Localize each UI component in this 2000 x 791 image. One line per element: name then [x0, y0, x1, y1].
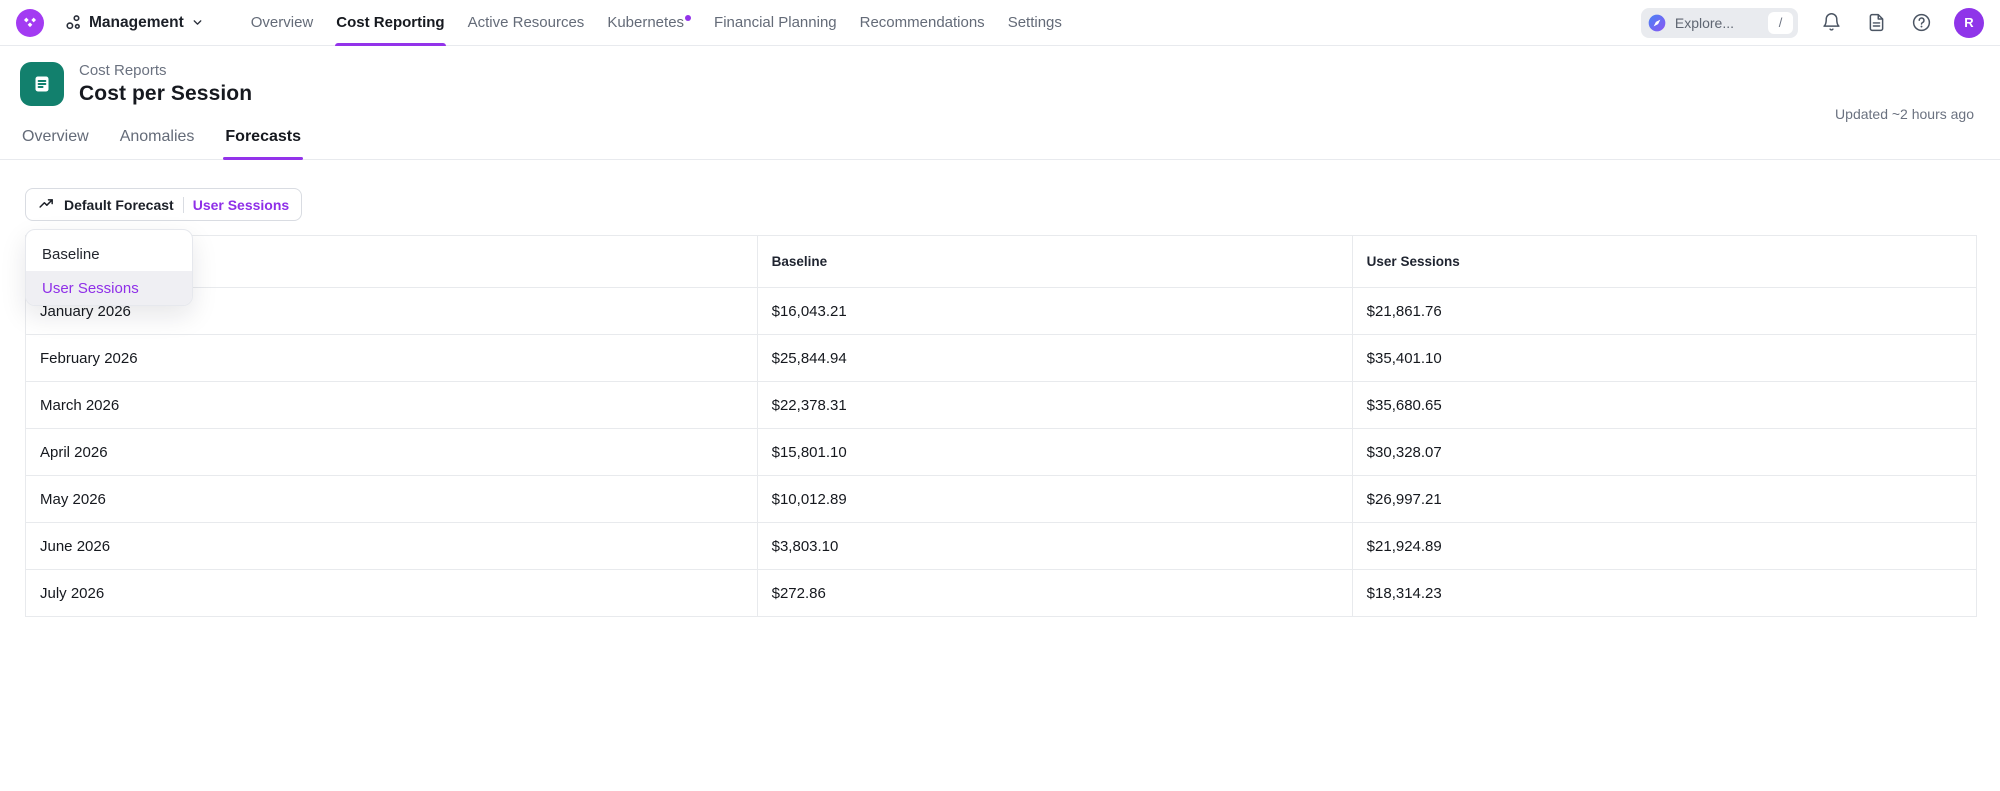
vantage-logo[interactable] [16, 8, 44, 37]
topnav-right-cluster: Explore... / R [1640, 7, 1984, 38]
nav-item-active-resources[interactable]: Active Resources [467, 0, 586, 46]
primary-nav: Overview Cost Reporting Active Resources… [250, 0, 1063, 46]
tab-overview[interactable]: Overview [20, 119, 91, 159]
cost-report-icon [20, 62, 64, 106]
table-row: April 2026 $15,801.10 $30,328.07 [25, 428, 1978, 476]
table-row: February 2026 $25,844.94 $35,401.10 [25, 334, 1978, 382]
cell-baseline: $22,378.31 [756, 381, 1353, 429]
report-tabs: Overview Anomalies Forecasts [0, 119, 2000, 160]
cell-baseline: $25,844.94 [756, 334, 1353, 382]
forecast-table-container: Baseline User Sessions January 2026 $16,… [25, 235, 1978, 617]
forecast-table: Baseline User Sessions January 2026 $16,… [25, 235, 1978, 617]
bell-icon [1822, 13, 1840, 31]
default-forecast-button[interactable]: Default Forecast User Sessions [25, 188, 303, 221]
nav-item-overview[interactable]: Overview [250, 0, 315, 46]
slash-shortcut-key: / [1768, 11, 1793, 34]
nav-item-financial-planning[interactable]: Financial Planning [713, 0, 838, 46]
table-row: March 2026 $22,378.31 $35,680.65 [25, 381, 1978, 429]
forecast-button-value: User Sessions [192, 196, 290, 213]
document-icon [1869, 13, 1883, 32]
page-header: Cost Reports Cost per Session Updated ~2… [0, 46, 2000, 122]
organization-icon [66, 15, 80, 30]
workspace-switcher[interactable]: Management [65, 14, 204, 32]
cell-month: May 2026 [25, 475, 758, 523]
chevron-down-icon [193, 20, 202, 25]
table-row: May 2026 $10,012.89 $26,997.21 [25, 475, 1978, 523]
docs-button[interactable] [1864, 11, 1888, 35]
dropdown-option-user-sessions[interactable]: User Sessions [26, 271, 192, 305]
cell-baseline: $3,803.10 [756, 522, 1353, 570]
help-circle-icon [1912, 13, 1930, 32]
dropdown-option-baseline[interactable]: Baseline [26, 237, 192, 271]
cell-user-sessions: $26,997.21 [1351, 475, 1978, 523]
help-button[interactable] [1909, 11, 1933, 35]
page-title-block: Cost Reports Cost per Session [79, 62, 252, 106]
column-header-user-sessions: User Sessions [1351, 235, 1978, 288]
cell-user-sessions: $35,680.65 [1351, 381, 1978, 429]
cell-user-sessions: $18,314.23 [1351, 569, 1978, 617]
table-row: January 2026 $16,043.21 $21,861.76 [25, 287, 1978, 335]
nav-item-kubernetes[interactable]: Kubernetes [606, 0, 692, 46]
report-document-icon [35, 76, 49, 92]
forecast-dropdown-menu: Baseline User Sessions [25, 229, 193, 306]
cell-user-sessions: $21,861.76 [1351, 287, 1978, 335]
cell-baseline: $15,801.10 [756, 428, 1353, 476]
tab-forecasts[interactable]: Forecasts [223, 119, 303, 160]
forecasts-panel: Default Forecast User Sessions Baseline … [0, 160, 2000, 617]
user-avatar[interactable]: R [1954, 7, 1984, 38]
explore-search-button[interactable]: Explore... / [1640, 7, 1798, 38]
cell-baseline: $16,043.21 [756, 287, 1353, 335]
button-divider [182, 196, 184, 213]
notifications-button[interactable] [1819, 11, 1843, 35]
new-feature-dot [685, 14, 692, 21]
nav-item-settings[interactable]: Settings [1007, 0, 1063, 46]
explore-label: Explore... [1674, 14, 1734, 31]
forecast-selector: Default Forecast User Sessions Baseline … [25, 188, 303, 306]
table-row: June 2026 $3,803.10 $21,924.89 [25, 522, 1978, 570]
table-row: July 2026 $272.86 $18,314.23 [25, 569, 1978, 617]
top-nav: Management Overview Cost Reporting Activ… [0, 0, 2000, 46]
updated-timestamp: Updated ~2 hours ago [1835, 106, 1974, 122]
cell-baseline: $272.86 [756, 569, 1353, 617]
compass-icon [1648, 14, 1666, 31]
forecast-button-label: Default Forecast [64, 196, 174, 213]
cell-user-sessions: $35,401.10 [1351, 334, 1978, 382]
nav-item-recommendations[interactable]: Recommendations [859, 0, 986, 46]
cell-month: March 2026 [25, 381, 758, 429]
table-header-row: Baseline User Sessions [25, 235, 1978, 288]
nav-item-kubernetes-label: Kubernetes [607, 14, 685, 31]
cell-baseline: $10,012.89 [756, 475, 1353, 523]
cell-month: February 2026 [25, 334, 758, 382]
cell-user-sessions: $21,924.89 [1351, 522, 1978, 570]
trending-up-icon [39, 199, 53, 208]
page-title: Cost per Session [79, 82, 253, 105]
breadcrumb: Cost Reports [79, 62, 167, 79]
cell-month: June 2026 [25, 522, 758, 570]
cell-month: July 2026 [25, 569, 758, 617]
workspace-label: Management [89, 13, 184, 31]
column-header-baseline: Baseline [756, 235, 1353, 288]
tab-anomalies[interactable]: Anomalies [118, 119, 197, 159]
logo-icon [24, 17, 36, 27]
nav-item-cost-reporting[interactable]: Cost Reporting [335, 0, 446, 46]
cell-month: April 2026 [25, 428, 758, 476]
cell-user-sessions: $30,328.07 [1351, 428, 1978, 476]
